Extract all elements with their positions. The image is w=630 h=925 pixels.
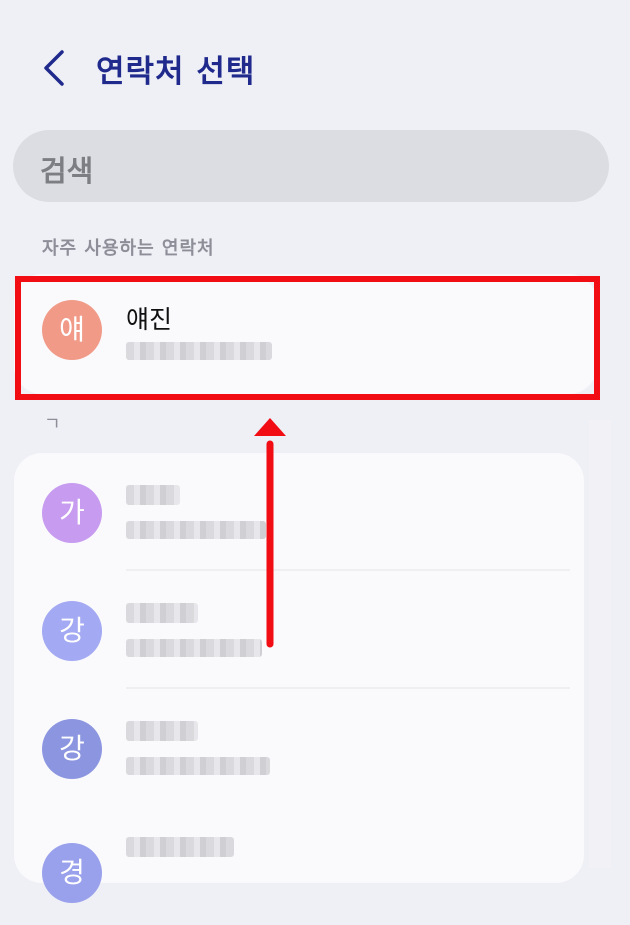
index-letter: ㄱ bbox=[44, 414, 61, 435]
contact-row[interactable]: 강 bbox=[14, 571, 584, 689]
blurred-contact-name bbox=[126, 485, 180, 505]
blurred-contact-name bbox=[126, 603, 198, 623]
contact-row[interactable]: 가 bbox=[14, 453, 584, 571]
back-arrow-icon[interactable] bbox=[38, 46, 78, 90]
contact-row[interactable]: 강 bbox=[14, 689, 584, 807]
blurred-phone-number bbox=[126, 639, 262, 657]
avatar: 강 bbox=[42, 719, 102, 779]
contact-row[interactable]: 경 bbox=[14, 807, 584, 925]
highlight-box bbox=[15, 276, 600, 400]
page-title: 연락처 선택 bbox=[96, 54, 256, 90]
search-placeholder: 검색 bbox=[40, 154, 94, 188]
index-scrollbar[interactable] bbox=[589, 420, 611, 868]
avatar: 경 bbox=[42, 843, 102, 903]
avatar: 강 bbox=[42, 601, 102, 661]
blurred-phone-number bbox=[126, 757, 270, 775]
arrow-up-icon bbox=[254, 418, 286, 648]
blurred-contact-name bbox=[126, 721, 198, 741]
app-header: 연락처 선택 bbox=[0, 38, 630, 98]
avatar: 가 bbox=[42, 483, 102, 543]
search-bar[interactable]: 검색 bbox=[13, 130, 609, 202]
blurred-phone-number bbox=[126, 521, 266, 539]
contacts-card: 가 강 강 경 bbox=[14, 453, 584, 903]
blurred-contact-name bbox=[126, 837, 234, 857]
favorites-section-label: 자주 사용하는 연락처 bbox=[42, 238, 215, 259]
